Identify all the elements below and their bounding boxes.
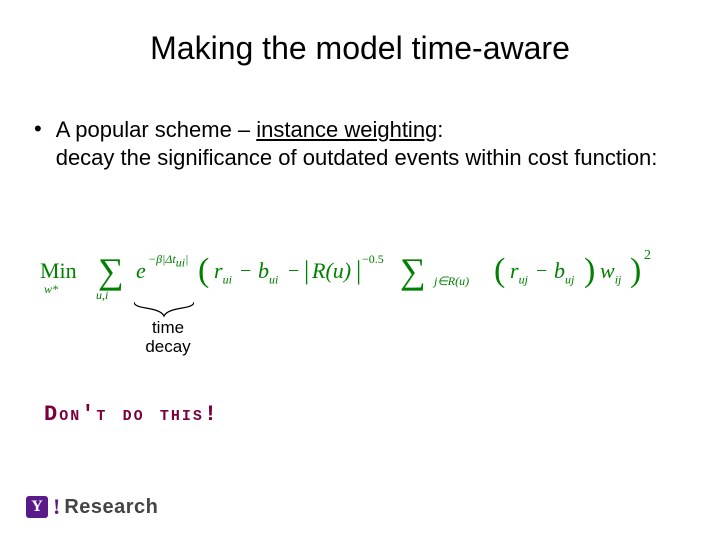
- formula-exp-e: e: [136, 258, 146, 284]
- formula-neg-exp: −0.5: [362, 252, 384, 267]
- formula-rparen-inner: ): [584, 252, 595, 290]
- formula-minus-1: −: [240, 260, 251, 283]
- warning-text: Don't do this!: [44, 402, 219, 427]
- formula-exp-sup: −β|Δtui|: [148, 252, 188, 270]
- formula-lparen-outer: (: [198, 252, 209, 290]
- formula-lparen-inner: (: [494, 252, 505, 290]
- bullet-marker: •: [34, 116, 42, 142]
- formula-sigma-outer: ∑: [98, 250, 124, 292]
- formula-min: Min: [40, 258, 77, 284]
- formula-minus-2: −: [288, 260, 299, 283]
- underbrace-label: timedecay: [128, 318, 208, 356]
- formula-minus-3: −: [536, 260, 547, 283]
- bullet-item: • A popular scheme – instance weighting:…: [34, 116, 657, 172]
- bullet-line2: decay the significance of outdated event…: [56, 145, 658, 170]
- slide: Making the model time-aware • A popular …: [0, 0, 720, 540]
- bullet-underlined: instance weighting: [256, 117, 437, 142]
- formula-sigma-inner-sub: j∈R(u): [434, 274, 469, 289]
- formula-bui: bui: [258, 258, 278, 287]
- formula-Ru: R(u): [312, 258, 351, 284]
- bullet-text: A popular scheme – instance weighting: d…: [56, 116, 658, 172]
- bullet-lead: A popular scheme –: [56, 117, 257, 142]
- formula-vbar-1: |: [304, 256, 309, 286]
- footer-logo: Y ! Research: [26, 494, 158, 520]
- formula-square: 2: [644, 248, 651, 264]
- yahoo-exclaim-icon: !: [53, 494, 60, 520]
- formula-rparen-outer: ): [630, 252, 641, 290]
- yahoo-y-icon: Y: [26, 496, 48, 518]
- formula-sigma-outer-sub: u,i: [96, 288, 108, 303]
- formula-ruj: ruj: [510, 258, 528, 287]
- bullet-colon: :: [437, 117, 443, 142]
- formula-buj: buj: [554, 258, 574, 287]
- formula-sigma-inner: ∑: [400, 250, 426, 292]
- formula-min-sub: w*: [44, 282, 58, 297]
- formula-wij: wij: [600, 258, 621, 287]
- slide-title: Making the model time-aware: [0, 30, 720, 67]
- underbrace-icon: [134, 300, 194, 318]
- formula-vbar-2: |: [356, 256, 361, 286]
- formula-rui: rui: [214, 258, 232, 287]
- footer-research-label: Research: [64, 496, 158, 519]
